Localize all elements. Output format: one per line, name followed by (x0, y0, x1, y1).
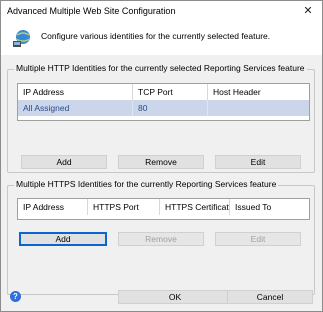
header-area: Configure various identities for the cur… (1, 21, 322, 55)
close-icon[interactable]: ✕ (296, 2, 320, 20)
ok-button[interactable]: OK (118, 290, 232, 304)
help-icon[interactable]: ? (10, 291, 21, 302)
https-identities-grid[interactable]: IP Address HTTPS Port HTTPS Certificate … (17, 198, 310, 220)
http-group-legend: Multiple HTTP Identities for the current… (14, 63, 307, 73)
https-edit-button[interactable]: Edit (215, 232, 301, 246)
http-add-button[interactable]: Add (21, 155, 107, 169)
column-header[interactable]: IP Address (18, 199, 88, 215)
table-row[interactable]: All Assigned 80 (18, 100, 309, 116)
column-header[interactable]: HTTPS Certificate (160, 199, 230, 215)
column-header[interactable]: HTTPS Port (88, 199, 160, 215)
column-header[interactable]: Issued To (230, 199, 309, 215)
http-edit-button[interactable]: Edit (215, 155, 301, 169)
network-icon (11, 29, 33, 49)
header-description: Configure various identities for the cur… (41, 31, 271, 41)
table-cell (208, 100, 309, 116)
http-identities-grid[interactable]: IP Address TCP Port Host Header All Assi… (17, 83, 310, 121)
column-header[interactable]: IP Address (18, 84, 133, 100)
table-cell: 80 (133, 100, 208, 116)
grid-header-row: IP Address TCP Port Host Header (18, 84, 309, 100)
http-identities-group: Multiple HTTP Identities for the current… (7, 63, 315, 173)
https-add-button[interactable]: Add (19, 232, 107, 246)
http-remove-button[interactable]: Remove (118, 155, 204, 169)
window-title: Advanced Multiple Web Site Configuration (7, 6, 176, 16)
column-header[interactable]: Host Header (208, 84, 309, 100)
title-bar: Advanced Multiple Web Site Configuration… (1, 1, 322, 21)
column-header[interactable]: TCP Port (133, 84, 208, 100)
dialog-window: Advanced Multiple Web Site Configuration… (0, 0, 323, 312)
grid-header-row: IP Address HTTPS Port HTTPS Certificate … (18, 199, 309, 215)
https-group-legend: Multiple HTTPS Identities for the curren… (14, 179, 279, 189)
cancel-button[interactable]: Cancel (227, 290, 313, 304)
https-remove-button[interactable]: Remove (118, 232, 204, 246)
table-cell: All Assigned (18, 100, 133, 116)
https-identities-group: Multiple HTTPS Identities for the curren… (7, 179, 315, 295)
